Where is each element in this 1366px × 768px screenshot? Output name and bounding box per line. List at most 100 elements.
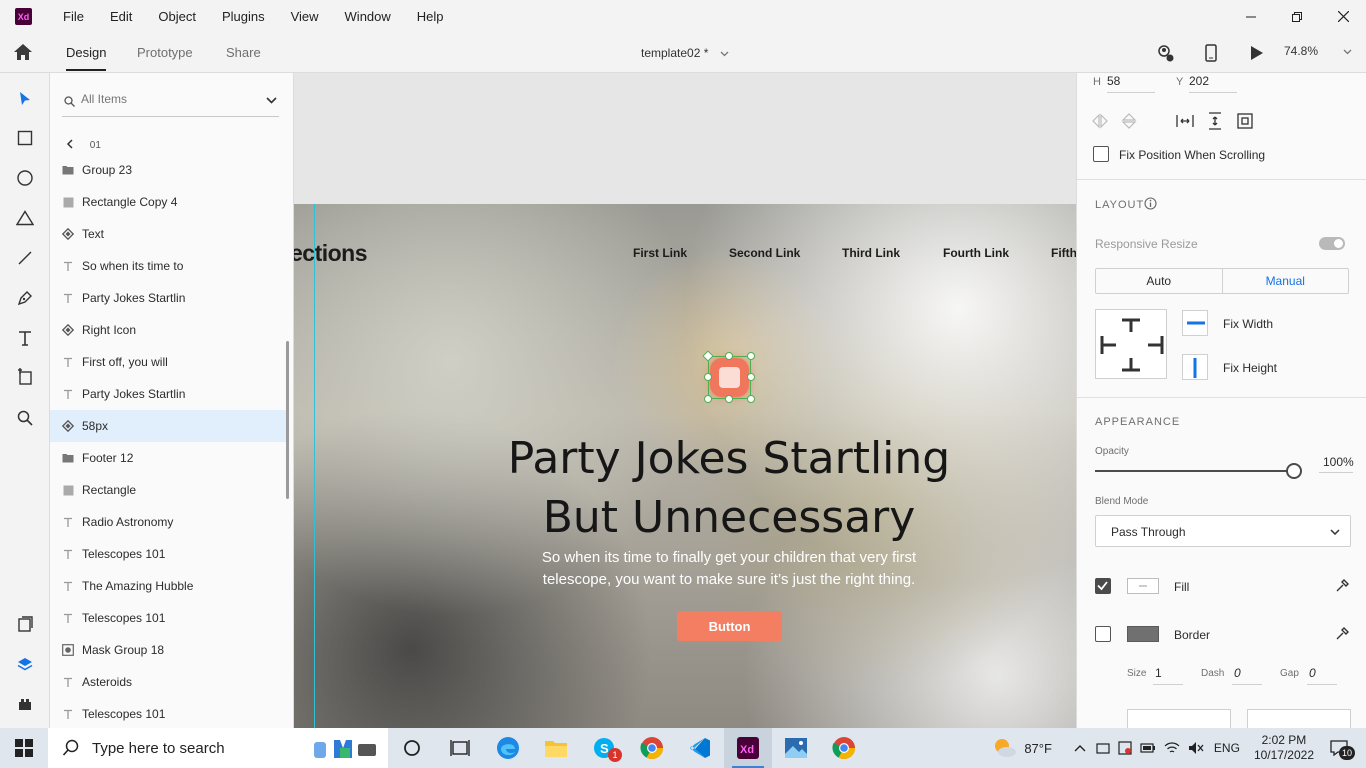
- layers-search[interactable]: [62, 89, 279, 117]
- taskbar-search[interactable]: Type here to search: [48, 728, 388, 768]
- meet-now-icon[interactable]: [1096, 741, 1110, 755]
- document-title[interactable]: template02 *: [641, 46, 729, 60]
- manual-option[interactable]: Manual: [1221, 269, 1349, 293]
- layers-search-input[interactable]: [81, 92, 251, 106]
- invite-button[interactable]: [1155, 43, 1175, 63]
- fix-position-checkbox[interactable]: [1093, 146, 1109, 162]
- distribute-horizontal-icon[interactable]: [1176, 114, 1194, 128]
- constraint-widget[interactable]: [1095, 309, 1167, 379]
- start-button[interactable]: [0, 728, 48, 768]
- nav-link-second[interactable]: Second Link: [729, 246, 800, 260]
- assets-panel-button[interactable]: [14, 613, 36, 635]
- fill-checkbox[interactable]: [1095, 578, 1111, 594]
- info-icon[interactable]: [1144, 197, 1157, 210]
- canvas[interactable]: ections First Link Second Link Third Lin…: [294, 73, 1076, 728]
- menu-window[interactable]: Window: [332, 9, 404, 24]
- selection-handle[interactable]: [747, 352, 755, 360]
- layer-row[interactable]: So when its time to: [50, 250, 286, 282]
- taskbar-photos[interactable]: [772, 728, 820, 768]
- hero-subtitle[interactable]: So when its time to finally get your chi…: [514, 547, 944, 591]
- border-checkbox[interactable]: [1095, 626, 1111, 642]
- flip-horizontal-icon[interactable]: [1091, 113, 1109, 129]
- layer-row[interactable]: Telescopes 101: [50, 602, 286, 634]
- selection-handle[interactable]: [725, 395, 733, 403]
- opacity-field[interactable]: 100%: [1319, 453, 1354, 473]
- layer-row[interactable]: The Amazing Hubble: [50, 570, 286, 602]
- close-window-button[interactable]: [1320, 0, 1366, 33]
- fix-height-toggle[interactable]: [1182, 354, 1208, 380]
- fix-width-toggle[interactable]: [1182, 310, 1208, 336]
- breadcrumb[interactable]: 01: [66, 139, 101, 151]
- selection-handle[interactable]: [747, 395, 755, 403]
- security-alert-icon[interactable]: [1118, 741, 1132, 755]
- tab-prototype[interactable]: Prototype: [137, 45, 193, 60]
- layer-row[interactable]: Right Icon: [50, 314, 286, 346]
- menu-plugins[interactable]: Plugins: [209, 9, 278, 24]
- border-swatch[interactable]: [1127, 626, 1159, 642]
- y-field[interactable]: 202: [1189, 73, 1237, 93]
- border-size-field[interactable]: 1: [1153, 665, 1183, 685]
- layer-row[interactable]: Rectangle Copy 4: [50, 186, 286, 218]
- clock[interactable]: 2:02 PM 10/17/2022: [1254, 733, 1314, 763]
- chevron-down-icon[interactable]: [266, 97, 277, 104]
- layer-row[interactable]: Party Jokes Startlin: [50, 282, 286, 314]
- device-preview-button[interactable]: [1201, 43, 1221, 63]
- play-preview-button[interactable]: [1247, 43, 1267, 63]
- line-tool[interactable]: [14, 247, 36, 269]
- minimize-button[interactable]: [1228, 0, 1274, 33]
- layer-row[interactable]: Rectangle: [50, 474, 286, 506]
- tab-design[interactable]: Design: [66, 45, 107, 71]
- stroke-position-group[interactable]: [1247, 709, 1351, 728]
- artboard-tool[interactable]: [14, 366, 36, 388]
- layer-row[interactable]: Telescopes 101: [50, 538, 286, 570]
- nav-link-fifth[interactable]: Fifth: [1051, 246, 1076, 260]
- taskbar-file-explorer[interactable]: [532, 728, 580, 768]
- menu-edit[interactable]: Edit: [97, 9, 145, 24]
- layer-row[interactable]: 58px: [50, 410, 286, 442]
- zoom-tool[interactable]: [14, 407, 36, 429]
- responsive-resize-toggle[interactable]: [1319, 237, 1345, 250]
- layer-row[interactable]: Asteroids: [50, 666, 286, 698]
- pen-tool[interactable]: [14, 287, 36, 309]
- blend-mode-dropdown[interactable]: Pass Through: [1095, 515, 1351, 547]
- input-language[interactable]: ENG: [1214, 741, 1240, 755]
- stroke-cap-group[interactable]: [1127, 709, 1231, 728]
- selected-icon-58px[interactable]: [702, 350, 755, 403]
- taskbar-chrome-2[interactable]: [820, 728, 868, 768]
- distribute-vertical-icon[interactable]: [1208, 112, 1222, 130]
- fill-swatch[interactable]: [1127, 578, 1159, 594]
- layer-row[interactable]: Text: [50, 218, 286, 250]
- distribute-spacing-icon[interactable]: [1237, 113, 1253, 129]
- menu-file[interactable]: File: [50, 9, 97, 24]
- task-view-button[interactable]: [436, 728, 484, 768]
- layer-row[interactable]: Group 23: [50, 154, 286, 186]
- tab-share[interactable]: Share: [226, 45, 261, 60]
- taskbar-edge[interactable]: [484, 728, 532, 768]
- select-tool[interactable]: [14, 88, 36, 110]
- nav-link-third[interactable]: Third Link: [842, 246, 900, 260]
- layers-panel-button[interactable]: [14, 653, 36, 675]
- artboard[interactable]: ections First Link Second Link Third Lin…: [294, 204, 1076, 728]
- menu-view[interactable]: View: [278, 9, 332, 24]
- eyedropper-icon[interactable]: [1335, 579, 1349, 593]
- auto-option[interactable]: Auto: [1096, 269, 1222, 293]
- opacity-slider-thumb[interactable]: [1286, 463, 1302, 479]
- taskbar-adobe-xd[interactable]: Xd: [724, 728, 772, 768]
- selection-handle[interactable]: [747, 373, 755, 381]
- opacity-slider-track[interactable]: [1095, 470, 1291, 472]
- zoom-level[interactable]: 74.8%: [1284, 44, 1352, 58]
- height-field[interactable]: 58: [1107, 73, 1155, 93]
- nav-link-first[interactable]: First Link: [633, 246, 687, 260]
- battery-icon[interactable]: [1140, 742, 1156, 754]
- menu-object[interactable]: Object: [145, 9, 209, 24]
- eyedropper-icon[interactable]: [1335, 627, 1349, 641]
- notification-center-button[interactable]: 10: [1328, 736, 1358, 760]
- chevron-up-icon[interactable]: [1074, 744, 1086, 752]
- selection-handle[interactable]: [704, 373, 712, 381]
- volume-muted-icon[interactable]: [1188, 741, 1204, 755]
- layers-scrollbar[interactable]: [286, 341, 289, 499]
- hero-title[interactable]: Party Jokes Startling But Unnecessary: [454, 429, 1004, 547]
- polygon-tool[interactable]: [14, 207, 36, 229]
- layer-row[interactable]: Footer 12: [50, 442, 286, 474]
- nav-link-fourth[interactable]: Fourth Link: [943, 246, 1009, 260]
